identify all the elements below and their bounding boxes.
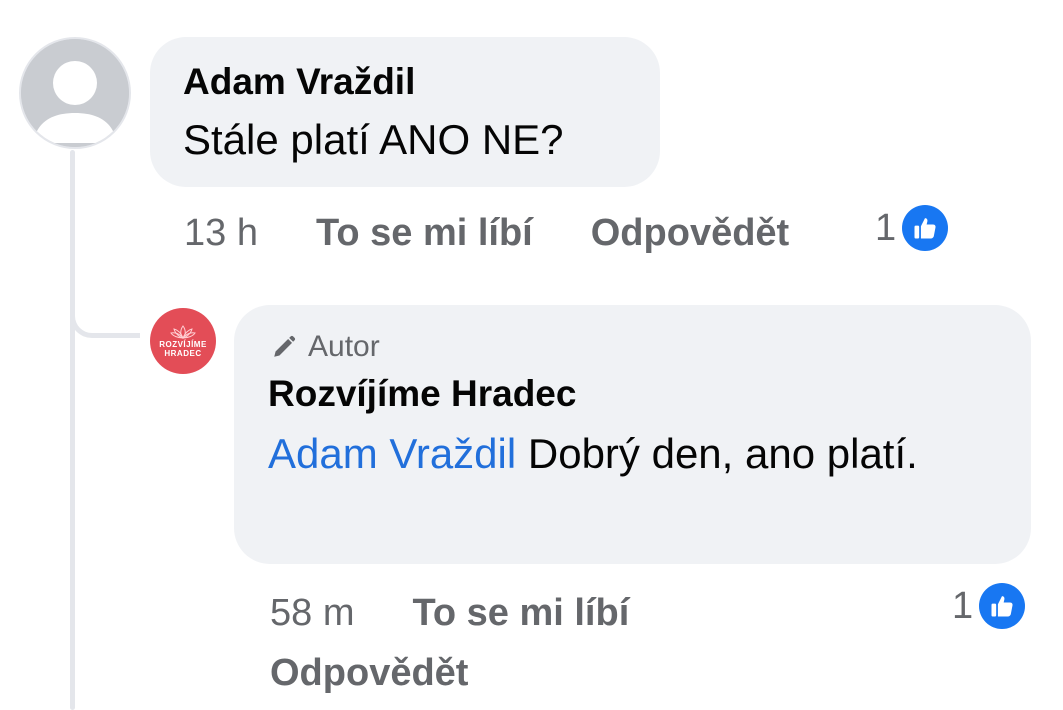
- reply-author[interactable]: Rozvíjíme Hradec: [268, 373, 1001, 415]
- thread-line: [70, 150, 75, 710]
- thumbs-up-icon: [902, 205, 949, 251]
- reply-connector-line: [70, 270, 140, 338]
- mention-link[interactable]: Adam Vraždil: [268, 430, 516, 477]
- author-badge: Autor: [268, 327, 1001, 367]
- like-button[interactable]: To se mi líbí: [412, 583, 629, 643]
- like-button[interactable]: To se mi líbí: [316, 212, 533, 255]
- reply-button[interactable]: Odpovědět: [270, 643, 468, 703]
- reaction-count: 1: [875, 206, 897, 249]
- reply-timestamp[interactable]: 58 m: [270, 583, 354, 643]
- avatar[interactable]: [19, 37, 131, 149]
- default-user-icon: [21, 39, 129, 147]
- comment-bubble: Adam Vraždil Stále platí ANO NE?: [150, 37, 660, 187]
- reaction-count: 1: [952, 584, 974, 627]
- reply-bubble: Autor Rozvíjíme Hradec Adam Vraždil Dobr…: [234, 305, 1031, 564]
- reaction-summary[interactable]: 1: [952, 583, 1026, 629]
- reply-text: Adam Vraždil Dobrý den, ano platí.: [268, 427, 1001, 481]
- lotus-logo-icon: [170, 324, 196, 339]
- comment-timestamp[interactable]: 13 h: [184, 212, 258, 255]
- reaction-summary[interactable]: 1: [875, 205, 949, 251]
- pencil-icon: [274, 335, 296, 357]
- comment-actions: 13 h To se mi líbí Odpovědět: [184, 208, 789, 258]
- comment-text: Stále platí ANO NE?: [183, 116, 564, 163]
- comment-author[interactable]: Adam Vraždil: [183, 61, 660, 103]
- page-avatar-text: ROZVÍJÍME HRADEC: [159, 339, 207, 358]
- page-avatar[interactable]: ROZVÍJÍME HRADEC: [150, 308, 216, 374]
- reply-body: Dobrý den, ano platí.: [516, 430, 918, 477]
- reply-actions: 58 m To se mi líbí Odpovědět: [270, 583, 950, 703]
- author-badge-label: Autor: [308, 330, 380, 363]
- thumbs-up-icon: [979, 583, 1026, 629]
- reply-button[interactable]: Odpovědět: [591, 212, 789, 255]
